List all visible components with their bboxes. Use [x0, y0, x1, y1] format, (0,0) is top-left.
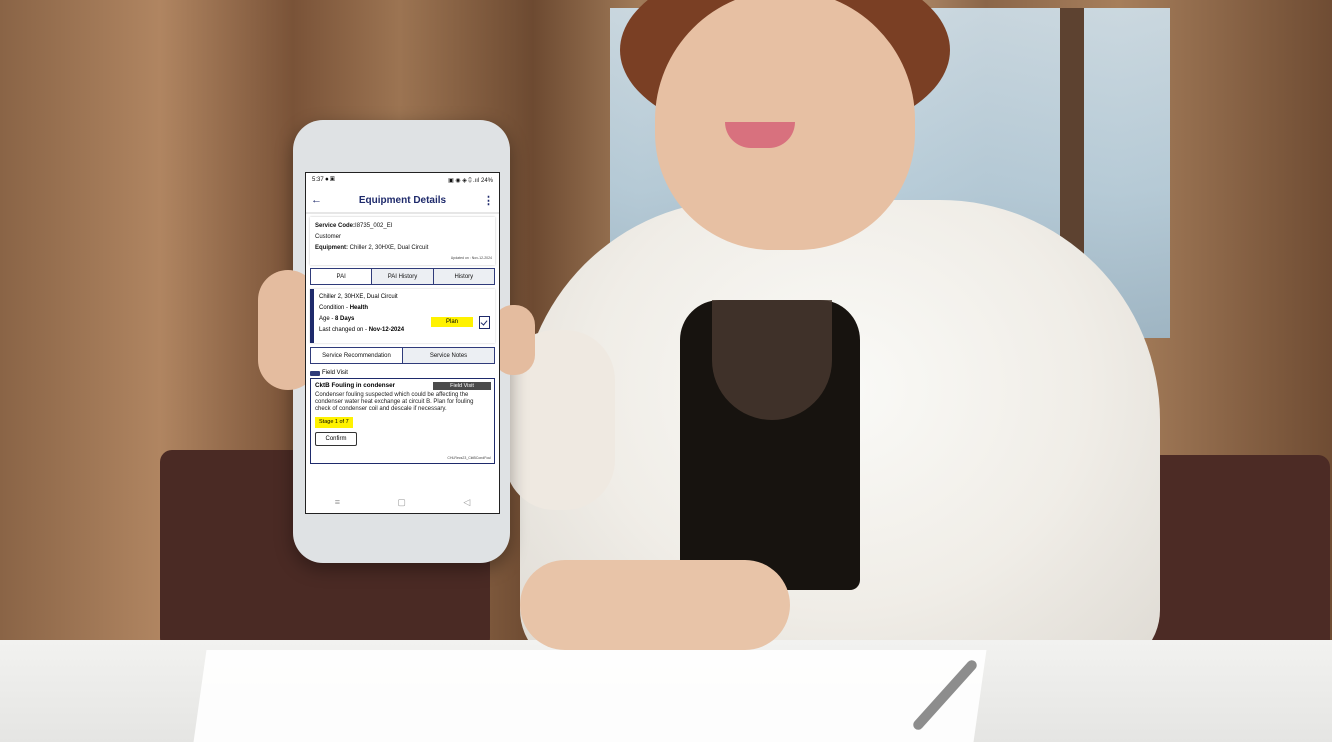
status-bar: 5:37 ⏺ ▣ ▣ ◉ ◈ ⩇ .ııl 24% — [306, 173, 499, 188]
customer-name: Customer — [315, 234, 342, 240]
equipment-card: Chiller 2, 30HXE, Dual Circuit Condition… — [310, 289, 495, 343]
service-code-label: Service Code: — [315, 223, 356, 229]
tab-pai[interactable]: PAI — [311, 269, 373, 284]
last-changed-label: Last changed on - — [319, 327, 369, 333]
person-hand — [520, 560, 790, 650]
back-icon[interactable]: ◁ — [463, 497, 470, 508]
truck-icon — [310, 370, 320, 376]
age-label: Age - — [319, 316, 336, 322]
service-code-value: I8735_002_EI — [355, 223, 393, 229]
condition-label: Condition - — [319, 305, 350, 311]
confirm-button[interactable]: Confirm — [315, 432, 357, 446]
equipment-label: Equipment: — [315, 245, 348, 251]
tab-pai-history[interactable]: PAI History — [372, 269, 434, 284]
condition-value: Health — [349, 305, 369, 311]
tab-history[interactable]: History — [433, 269, 494, 284]
equipment-value: Chiller 2, 30HXE, Dual Circuit — [348, 245, 429, 251]
updated-date: Updated on : Nov-12-2024 — [450, 256, 492, 260]
system-icons: ▣ ◉ ◈ ⩇ .ııl — [448, 177, 480, 184]
section-label: Field Visit — [322, 370, 348, 376]
recommendation-code: CHLRecs23_CktBCondFoul — [447, 456, 491, 460]
tab-service-recommendation[interactable]: Service Recommendation — [311, 348, 403, 363]
recents-icon[interactable]: ≡ — [335, 497, 340, 507]
page-title: Equipment Details — [358, 194, 447, 206]
recommendation-description: Condenser fouling suspected which could … — [315, 392, 474, 412]
app-bar: ← Equipment Details ⋮ — [306, 188, 499, 214]
back-arrow-icon[interactable]: ← — [311, 194, 322, 206]
smartphone: 5:37 ⏺ ▣ ▣ ◉ ◈ ⩇ .ııl 24% ← Equipment De… — [258, 120, 535, 563]
recommendation-card: CktB Fouling in condenser Field Visit Co… — [310, 378, 495, 464]
equipment-summary: Service Code:I8735_002_EI Customer Equip… — [310, 217, 495, 265]
main-tabs: PAI PAI History History — [310, 268, 495, 285]
more-vert-icon[interactable]: ⋮ — [483, 194, 494, 207]
stage-badge: Stage 1 of 7 — [315, 417, 353, 428]
status-time: 5:37 — [312, 177, 324, 183]
equipment-name: Chiller 2, 30HXE, Dual Circuit — [319, 294, 398, 300]
paper-sheets — [193, 650, 987, 742]
bookmark-check-icon[interactable] — [479, 316, 490, 329]
home-icon[interactable]: ▢ — [397, 497, 406, 508]
person-lace — [712, 300, 832, 420]
age-value: 8 Days — [335, 316, 355, 322]
battery-level: 24% — [480, 177, 493, 184]
recommendation-badge: Field Visit — [433, 382, 491, 390]
sub-tabs: Service Recommendation Service Notes — [310, 347, 495, 364]
tab-service-notes[interactable]: Service Notes — [403, 348, 494, 363]
phone-screen: 5:37 ⏺ ▣ ▣ ◉ ◈ ⩇ .ııl 24% ← Equipment De… — [305, 172, 500, 514]
section-header: Field Visit — [310, 370, 495, 376]
system-nav-bar: ≡ ▢ ◁ — [306, 491, 499, 513]
plan-button[interactable]: Plan — [431, 317, 473, 327]
last-changed-value: Nov-12-2024 — [368, 327, 405, 333]
notification-icons: ⏺ ▣ — [325, 177, 335, 183]
